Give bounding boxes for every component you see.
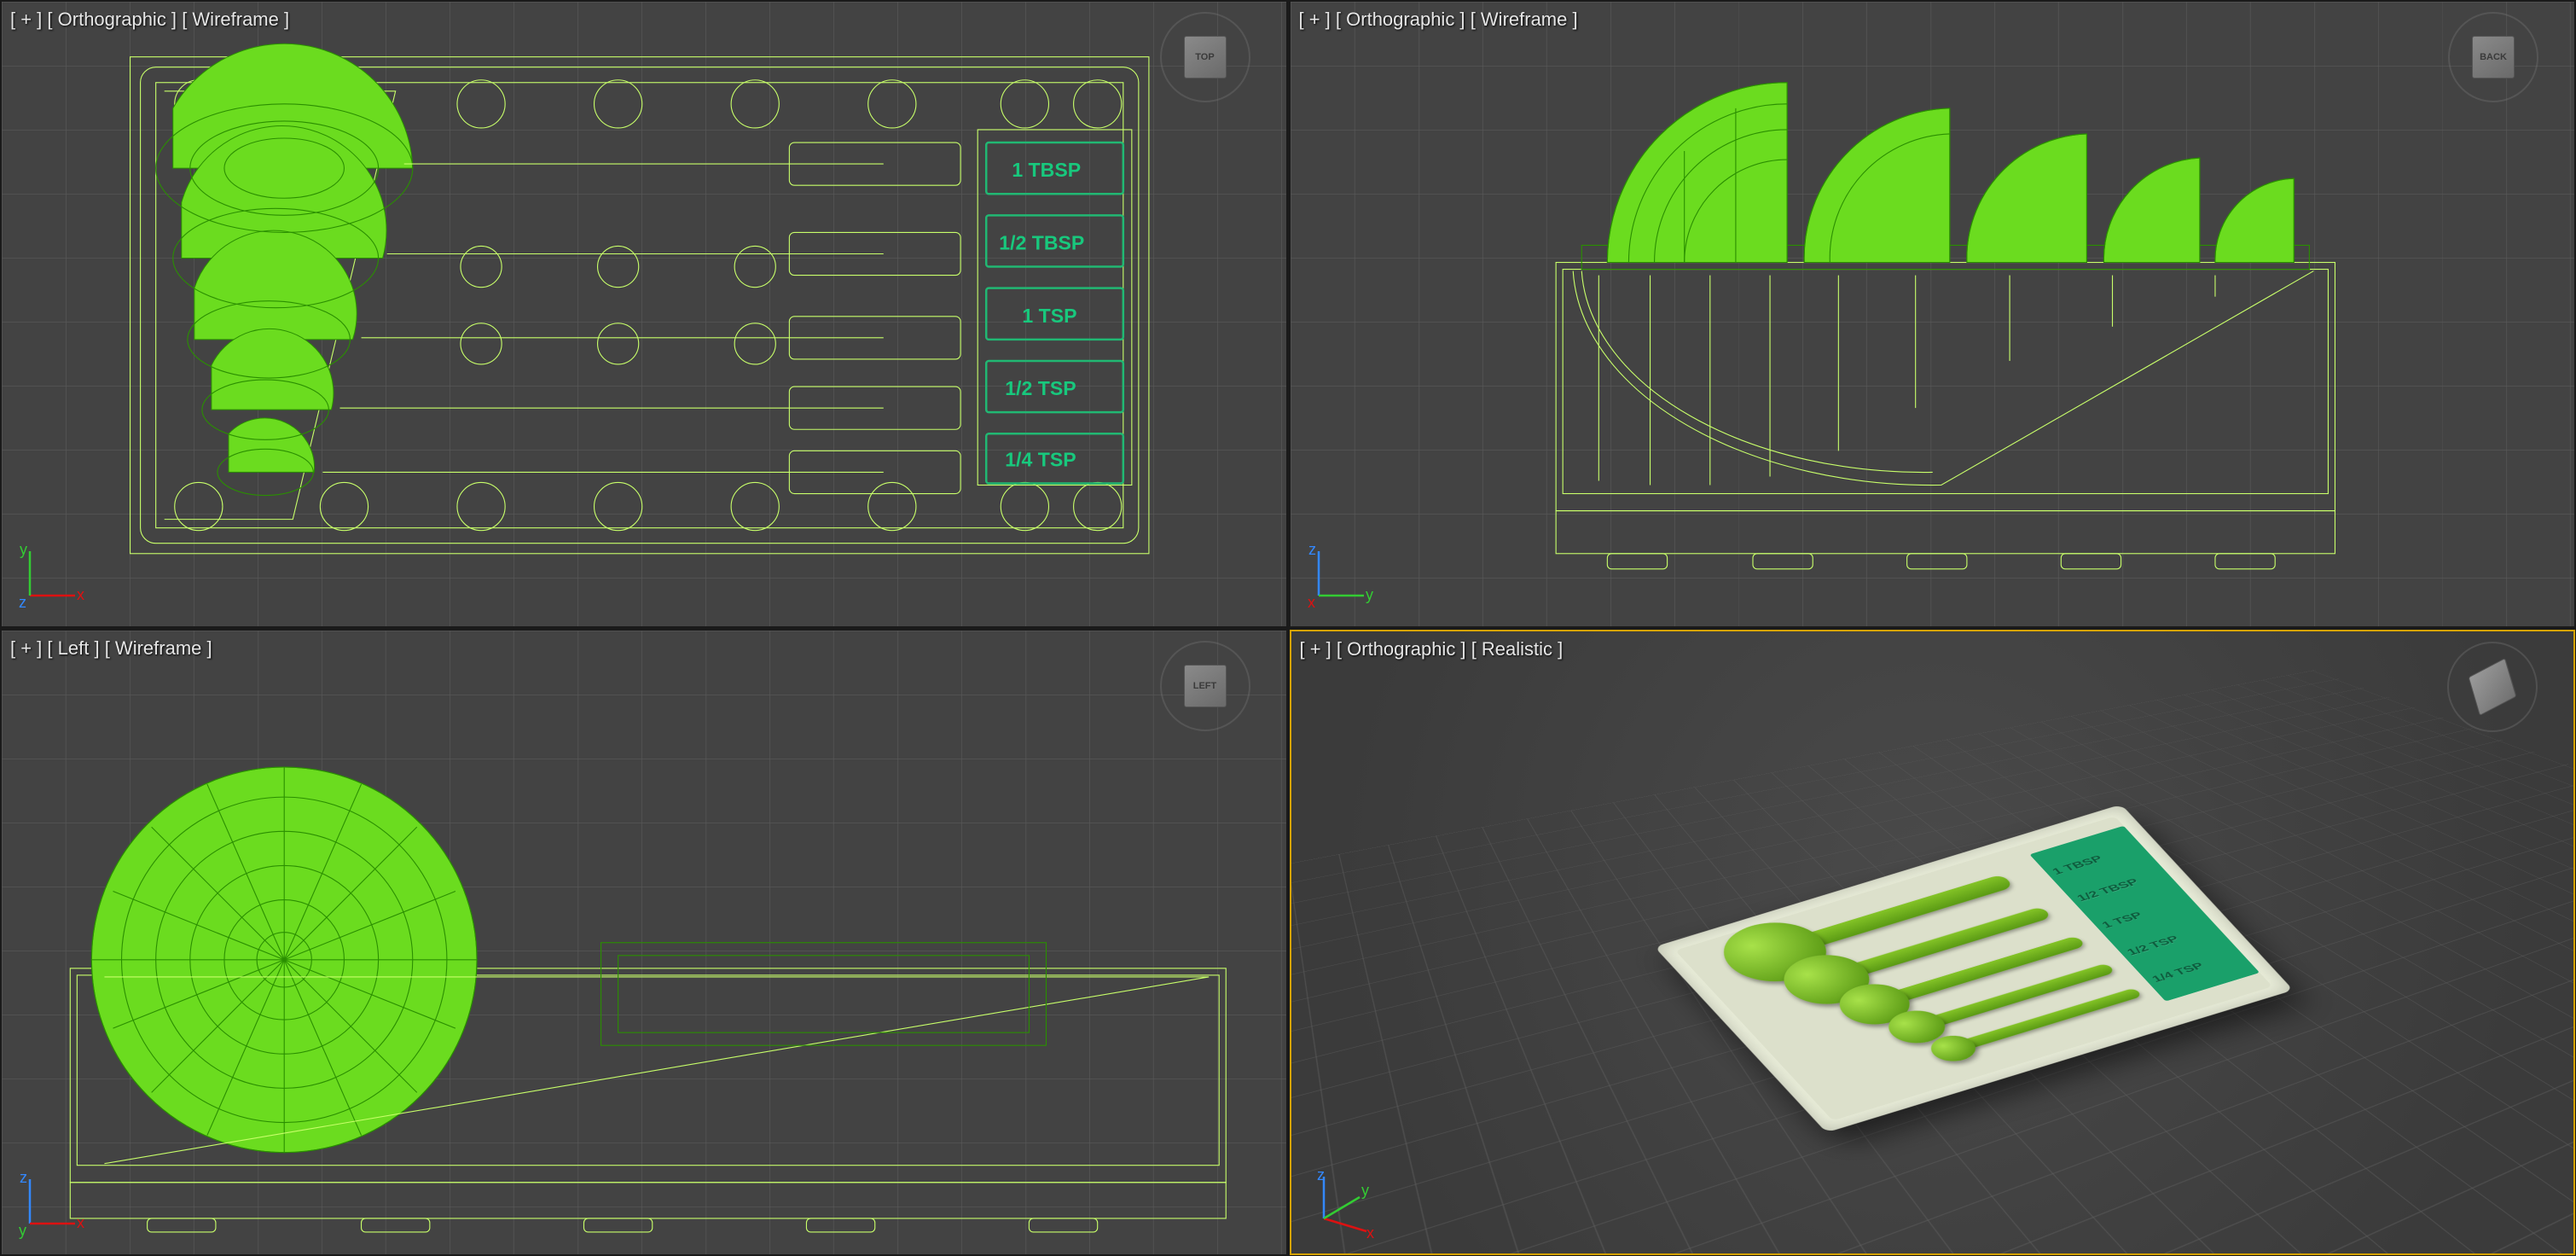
svg-text:x: x xyxy=(77,586,84,603)
axis-gizmo-icon: z x y xyxy=(1307,1172,1375,1240)
svg-text:z: z xyxy=(20,1172,27,1186)
viewport-back[interactable]: [ + ] [ Orthographic ] [ Wireframe ] xyxy=(1290,1,2576,627)
viewport-label[interactable]: [ + ] [ Left ] [ Wireframe ] xyxy=(10,637,212,660)
vp-menu-plus[interactable]: [ + ] xyxy=(1300,638,1332,660)
svg-text:x: x xyxy=(77,1214,84,1231)
vp-menu-plus[interactable]: [ + ] xyxy=(10,637,42,659)
vp-menu-plus[interactable]: [ + ] xyxy=(10,9,42,30)
vp-menu-view[interactable]: [ Orthographic ] xyxy=(47,9,177,30)
svg-text:y: y xyxy=(1366,586,1373,603)
vp-menu-shade[interactable]: [ Wireframe ] xyxy=(105,637,212,659)
spoon-label: 1 TBSP xyxy=(1012,159,1081,181)
viewcube[interactable] xyxy=(2463,657,2522,717)
viewport-perspective[interactable]: [ + ] [ Orthographic ] [ Realistic ] 1 T… xyxy=(1290,630,2576,1256)
spoon-label: 1/2 TBSP xyxy=(999,231,1084,253)
vp-menu-view[interactable]: [ Orthographic ] xyxy=(1336,9,1465,30)
axis-gizmo-icon: z y x xyxy=(1306,544,1374,613)
vp-menu-shade[interactable]: [ Wireframe ] xyxy=(182,9,289,30)
viewport-label[interactable]: [ + ] [ Orthographic ] [ Realistic ] xyxy=(1300,638,1564,660)
viewport-label[interactable]: [ + ] [ Orthographic ] [ Wireframe ] xyxy=(1299,9,1578,31)
viewport-quad: [ + ] [ Orthographic ] [ Wireframe ] xyxy=(0,0,2576,1256)
vp-menu-shade[interactable]: [ Wireframe ] xyxy=(1471,9,1578,30)
viewcube-face[interactable]: TOP xyxy=(1184,36,1227,78)
viewcube[interactable]: TOP xyxy=(1175,27,1235,87)
svg-text:z: z xyxy=(1308,544,1316,558)
wireframe-back xyxy=(1291,2,2575,626)
svg-text:y: y xyxy=(1361,1182,1369,1199)
svg-text:z: z xyxy=(19,594,26,611)
svg-text:z: z xyxy=(1317,1172,1325,1183)
vp-menu-view[interactable]: [ Left ] xyxy=(47,637,99,659)
wireframe-top: 1 TBSP 1/2 TBSP 1 TSP 1/2 TSP 1/4 TSP xyxy=(2,2,1286,626)
viewcube[interactable]: LEFT xyxy=(1175,656,1235,716)
wireframe-left xyxy=(2,631,1286,1255)
vp-menu-shade[interactable]: [ Realistic ] xyxy=(1471,638,1564,660)
svg-text:x: x xyxy=(1366,1224,1374,1240)
axis-gizmo-icon: z x y xyxy=(17,1172,85,1241)
viewcube-face[interactable]: LEFT xyxy=(1184,665,1227,707)
spoon-label: 1 TSP xyxy=(1022,305,1076,327)
axis-gizmo-icon: x y z xyxy=(17,544,85,613)
spoon-label: 1/2 TSP xyxy=(1005,377,1076,399)
viewcube[interactable]: BACK xyxy=(2463,27,2523,87)
viewcube-face[interactable]: BACK xyxy=(2472,36,2515,78)
viewport-left[interactable]: [ + ] [ Left ] [ Wireframe ] xyxy=(1,630,1287,1256)
svg-text:y: y xyxy=(20,544,27,558)
viewport-label[interactable]: [ + ] [ Orthographic ] [ Wireframe ] xyxy=(10,9,289,31)
svg-text:x: x xyxy=(1308,594,1315,611)
viewport-top[interactable]: [ + ] [ Orthographic ] [ Wireframe ] xyxy=(1,1,1287,627)
spoon-label: 1/4 TSP xyxy=(1005,448,1076,470)
svg-text:y: y xyxy=(19,1222,26,1239)
vp-menu-view[interactable]: [ Orthographic ] xyxy=(1337,638,1466,660)
vp-menu-plus[interactable]: [ + ] xyxy=(1299,9,1331,30)
